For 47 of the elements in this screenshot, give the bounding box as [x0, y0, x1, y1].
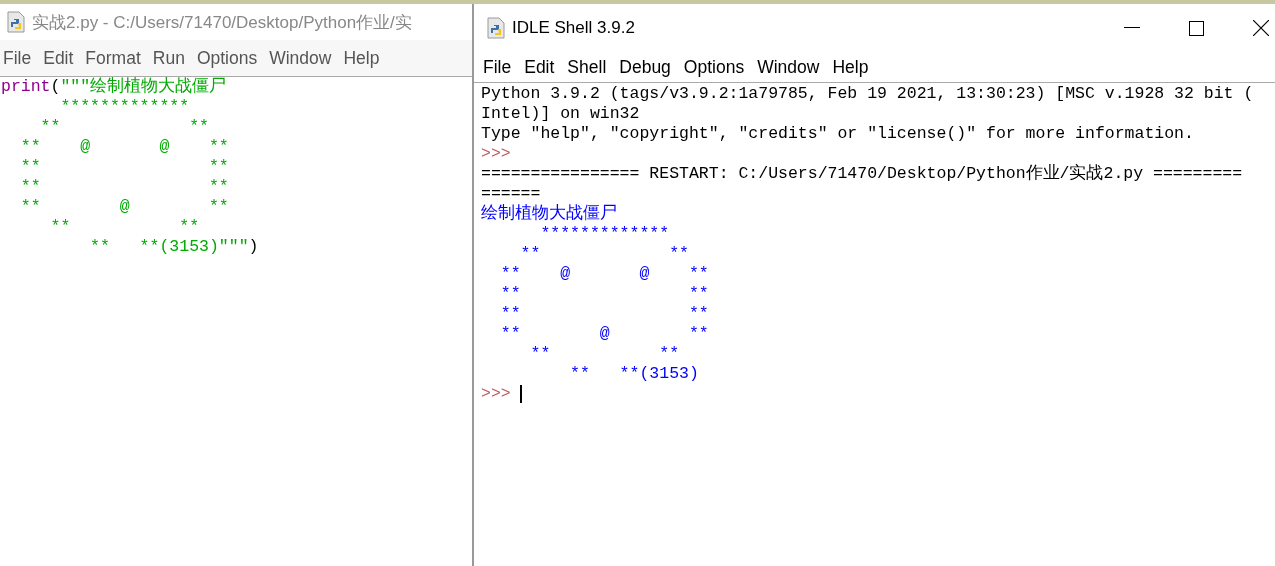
code-line: ** ** — [19, 177, 230, 197]
menu-item[interactable]: Shell — [567, 56, 607, 78]
shell-line: ** **(3153) — [569, 364, 700, 384]
shell-line: ** @ @ ** — [499, 264, 710, 284]
menu-item[interactable]: File — [483, 56, 512, 78]
close-icon[interactable] — [1253, 20, 1269, 36]
shell-line: Type "help", "copyright", "credits" or "license()" for more information. — [481, 124, 1195, 144]
shell-line: ================ RESTART: C:/Users/71470/Desktop/Python作业/实战2.py ========= — [481, 164, 1244, 184]
shell-line: ** @ ** — [499, 324, 710, 344]
menu-item[interactable]: Edit — [524, 56, 555, 78]
menu-item[interactable]: Window — [269, 47, 332, 69]
code-line: ** @ @ ** — [19, 137, 230, 157]
maximize-icon[interactable] — [1189, 20, 1204, 36]
menu-item[interactable]: Edit — [43, 47, 74, 69]
shell-line: ** ** — [529, 344, 681, 364]
menu-item[interactable]: Run — [152, 47, 185, 69]
code-line: ** @ ** — [19, 197, 230, 217]
shell-line: Python 3.9.2 (tags/v3.9.2:1a79785, Feb 19 2021, 13:30:23) [MSC v.1928 32 bit ( — [481, 84, 1255, 104]
file-icon — [486, 17, 506, 39]
code-line: ************* — [59, 97, 191, 117]
file-icon — [6, 11, 26, 33]
shell-line: ************* — [539, 224, 671, 244]
menu-item[interactable]: File — [3, 47, 32, 69]
shell-line: 绘制植物大战僵尸 — [481, 204, 618, 224]
menu-item[interactable]: Debug — [619, 56, 671, 78]
menu-item[interactable]: Help — [832, 56, 869, 78]
shell-prompt: >>> — [481, 384, 511, 404]
code-line: ** ** — [39, 117, 210, 137]
text-cursor — [519, 385, 522, 403]
shell-prompt: >>> — [481, 144, 511, 164]
code-line: ** ** — [49, 217, 201, 237]
menu-item[interactable]: Window — [757, 56, 820, 78]
shell-line: Intel)] on win32 — [481, 104, 641, 124]
code-line: ** **(3153)""") — [89, 237, 260, 257]
shell-line: ** ** — [499, 284, 710, 304]
menu-item[interactable]: Format — [85, 47, 141, 69]
window-title: 实战2.py - C:/Users/71470/Desktop/Python作业/实 — [32, 11, 412, 34]
minimize-icon[interactable] — [1124, 27, 1140, 29]
code-line: print("""绘制植物大战僵尸 — [0, 77, 228, 97]
menu-item[interactable]: Options — [683, 56, 745, 78]
window-title: IDLE Shell 3.9.2 — [512, 18, 635, 38]
shell-line: ====== — [481, 184, 542, 204]
menu-item[interactable]: Help — [343, 47, 380, 69]
shell-line: ** ** — [499, 304, 710, 324]
code-line: ** ** — [19, 157, 230, 177]
menu-item[interactable]: Options — [196, 47, 258, 69]
shell-line: ** ** — [519, 244, 690, 264]
